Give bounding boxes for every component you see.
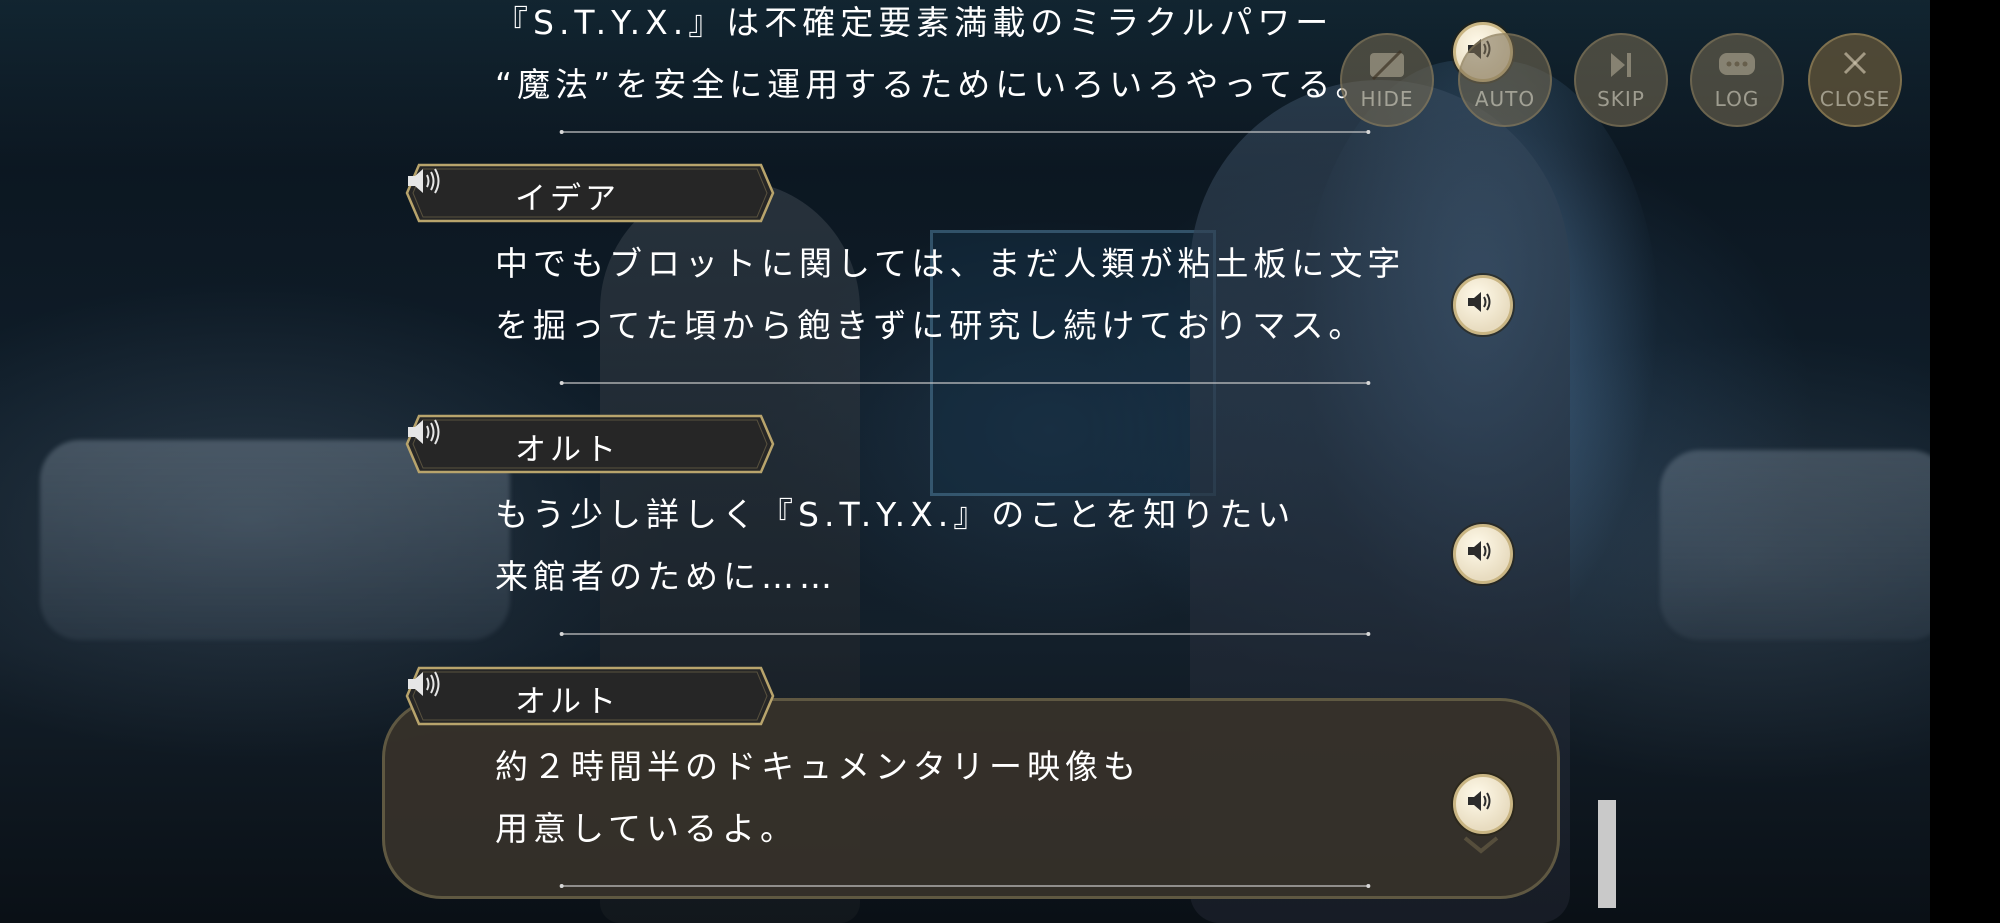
speaker-name: オルト — [515, 432, 620, 468]
speaker-icon — [1468, 541, 1491, 561]
dialogue-line: 約２時間半のドキュメンタリー映像も — [495, 747, 1141, 786]
speaker-icon[interactable] — [405, 666, 443, 702]
dialogue-line: を掘ってた頃から飽きずに研究し続けておりマス。 — [495, 306, 1367, 345]
auto-label: AUTO — [1474, 87, 1536, 111]
dialogue-line: もう少し詳しく『S.T.Y.X.』のことを知りたい — [495, 495, 1296, 534]
dialogue-line: 来館者のために…… — [495, 557, 837, 596]
voice-replay-button[interactable] — [1453, 275, 1513, 335]
close-icon — [1843, 51, 1867, 75]
log-divider — [559, 381, 1371, 385]
speaker-icon — [1468, 292, 1491, 312]
dialogue-line: 中でもブロットに関しては、まだ人類が粘土板に文字 — [495, 244, 1406, 283]
close-button[interactable]: CLOSE — [1808, 33, 1902, 127]
screen-edge — [1930, 0, 2000, 923]
log-scrollbar[interactable] — [1598, 800, 1616, 908]
speaker-icon[interactable] — [405, 163, 443, 199]
speaker-nameplate: オルト — [405, 414, 775, 474]
voice-replay-button[interactable] — [1453, 524, 1513, 584]
speaker-icon[interactable] — [405, 414, 443, 450]
log-icon — [1719, 53, 1755, 75]
background-sofa-right — [1660, 450, 1950, 640]
skip-button[interactable]: SKIP — [1574, 33, 1668, 127]
speaker-icon — [1468, 791, 1491, 811]
log-divider — [559, 884, 1371, 888]
voice-replay-button[interactable] — [1453, 774, 1513, 834]
hide-icon — [1370, 49, 1404, 81]
log-divider — [559, 632, 1371, 636]
log-button[interactable]: LOG — [1690, 33, 1784, 127]
dialogue-line: 用意しているよ。 — [495, 809, 799, 848]
dialogue-line: “魔法”を安全に運用するためにいろいろやってる。 — [495, 65, 1374, 104]
hide-button[interactable]: HIDE — [1340, 33, 1434, 127]
speaker-name: イデア — [515, 181, 620, 217]
log-divider — [559, 130, 1371, 134]
skip-icon — [1611, 53, 1631, 77]
chevron-down-icon — [1463, 836, 1499, 854]
log-label: LOG — [1714, 87, 1760, 111]
speaker-nameplate: イデア — [405, 163, 775, 223]
close-label: CLOSE — [1819, 87, 1891, 111]
hide-label: HIDE — [1360, 87, 1414, 111]
speaker-name: オルト — [515, 684, 620, 720]
speaker-nameplate: オルト — [405, 666, 775, 726]
auto-button[interactable]: AUTO — [1458, 33, 1552, 127]
story-log-screen: 『S.T.Y.X.』は不確定要素満載のミラクルパワー “魔法”を安全に運用するた… — [0, 0, 2000, 923]
skip-label: SKIP — [1597, 87, 1645, 111]
dialogue-line: 『S.T.Y.X.』は不確定要素満載のミラクルパワー — [495, 3, 1334, 42]
